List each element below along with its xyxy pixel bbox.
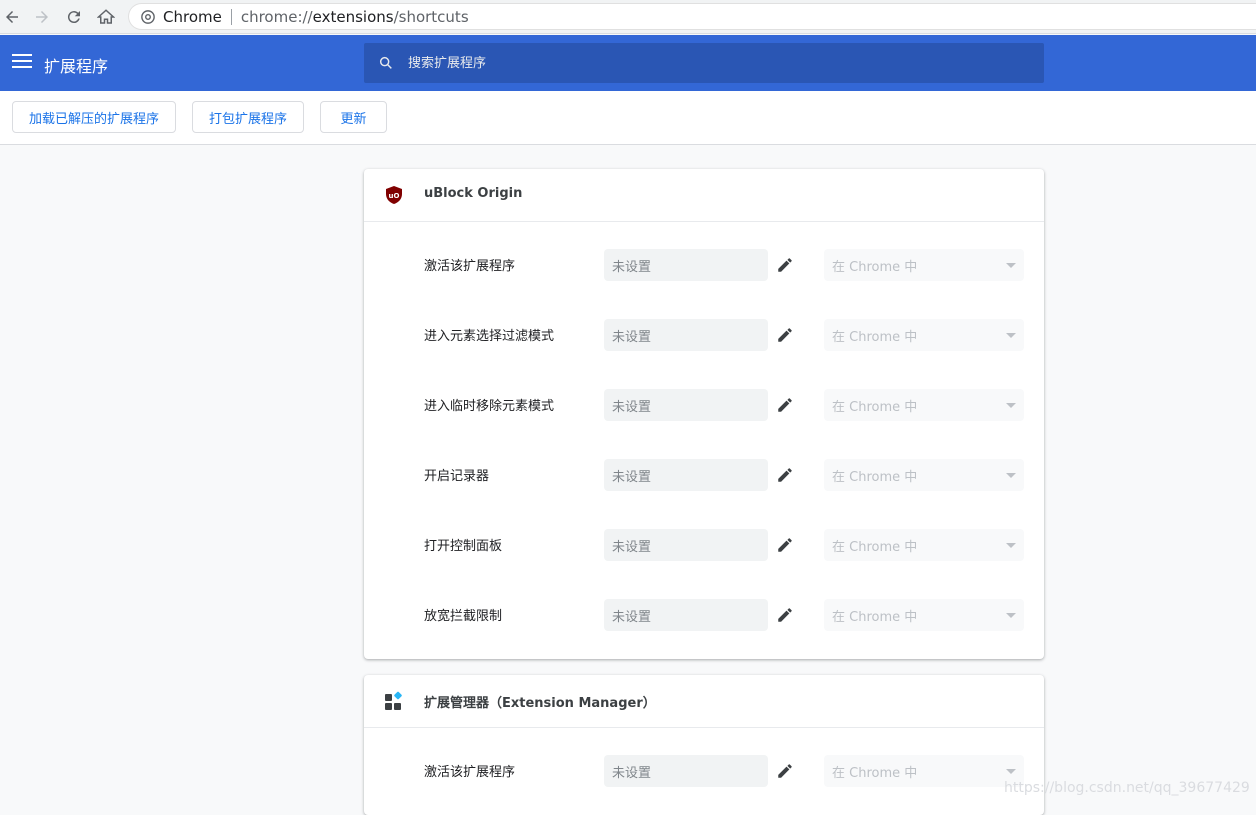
command-label: 开启记录器 bbox=[424, 469, 490, 484]
pencil-icon[interactable] bbox=[776, 326, 794, 344]
forward-button[interactable] bbox=[30, 5, 54, 29]
page-title: 扩展程序 bbox=[44, 57, 109, 76]
pencil-icon[interactable] bbox=[776, 762, 794, 780]
back-button[interactable] bbox=[0, 5, 24, 29]
load-unpacked-button[interactable]: 加载已解压的扩展程序 bbox=[12, 101, 176, 133]
reload-icon bbox=[67, 11, 80, 24]
command-row: 激活该扩展程序 未设置 在 Chrome 中 bbox=[364, 728, 1044, 798]
extension-name: 扩展管理器（Extension Manager） bbox=[424, 696, 656, 711]
hamburger-menu-icon[interactable] bbox=[12, 54, 32, 72]
command-label: 打开控制面板 bbox=[424, 539, 503, 554]
caret-down-icon bbox=[1006, 263, 1016, 268]
pack-extension-button[interactable]: 打包扩展程序 bbox=[192, 101, 304, 133]
scope-value: 在 Chrome 中 bbox=[832, 259, 918, 275]
command-label: 激活该扩展程序 bbox=[424, 259, 516, 274]
extension-card: 扩展管理器（Extension Manager） 激活该扩展程序 未设置 在 C… bbox=[364, 675, 1044, 815]
shortcut-input[interactable]: 未设置 bbox=[604, 249, 768, 281]
scope-value: 在 Chrome 中 bbox=[832, 539, 918, 555]
caret-down-icon bbox=[1006, 613, 1016, 618]
extension-card: uO uBlock Origin 激活该扩展程序 未设置 在 Chrome 中 … bbox=[364, 169, 1044, 659]
update-button[interactable]: 更新 bbox=[320, 101, 387, 133]
developer-toolbar: 加载已解压的扩展程序 打包扩展程序 更新 bbox=[0, 91, 1256, 145]
pencil-icon[interactable] bbox=[776, 606, 794, 624]
svg-text:uO: uO bbox=[389, 192, 400, 200]
watermark: https://blog.csdn.net/qq_39677429 bbox=[1004, 780, 1250, 796]
command-row: 开启记录器 未设置 在 Chrome 中 bbox=[364, 432, 1044, 502]
shortcut-input[interactable]: 未设置 bbox=[604, 319, 768, 351]
url-host: extensions bbox=[312, 7, 394, 26]
ublock-shield-icon: uO bbox=[386, 186, 402, 204]
command-label: 放宽拦截限制 bbox=[424, 609, 503, 624]
browser-toolbar: Chrome chrome://extensions/shortcuts bbox=[0, 0, 1256, 34]
chrome-logo-icon bbox=[141, 9, 155, 24]
site-label: Chrome bbox=[163, 7, 222, 26]
extension-name: uBlock Origin bbox=[424, 186, 523, 201]
pencil-icon[interactable] bbox=[776, 536, 794, 554]
search-icon bbox=[379, 56, 392, 69]
scope-value: 在 Chrome 中 bbox=[832, 469, 918, 485]
scope-select[interactable]: 在 Chrome 中 bbox=[824, 599, 1024, 631]
extension-manager-icon bbox=[385, 691, 402, 710]
caret-down-icon bbox=[1006, 403, 1016, 408]
url-path: /shortcuts bbox=[393, 7, 469, 26]
command-row: 放宽拦截限制 未设置 在 Chrome 中 bbox=[364, 572, 1044, 642]
address-bar[interactable]: Chrome chrome://extensions/shortcuts bbox=[128, 3, 1256, 30]
extension-card-header: uO uBlock Origin bbox=[364, 169, 1044, 222]
caret-down-icon bbox=[1006, 769, 1016, 774]
scope-value: 在 Chrome 中 bbox=[832, 399, 918, 415]
caret-down-icon bbox=[1006, 473, 1016, 478]
command-row: 打开控制面板 未设置 在 Chrome 中 bbox=[364, 502, 1044, 572]
pencil-icon[interactable] bbox=[776, 256, 794, 274]
extension-card-header: 扩展管理器（Extension Manager） bbox=[364, 675, 1044, 728]
command-row: 激活该扩展程序 未设置 在 Chrome 中 bbox=[364, 222, 1044, 292]
reload-button[interactable] bbox=[62, 5, 86, 29]
command-label: 进入临时移除元素模式 bbox=[424, 399, 555, 414]
pencil-icon[interactable] bbox=[776, 396, 794, 414]
search-box bbox=[364, 43, 1044, 83]
command-row: 进入元素选择过滤模式 未设置 在 Chrome 中 bbox=[364, 292, 1044, 362]
shortcut-input[interactable]: 未设置 bbox=[604, 389, 768, 421]
scope-value: 在 Chrome 中 bbox=[832, 609, 918, 625]
scope-value: 在 Chrome 中 bbox=[832, 765, 918, 781]
caret-down-icon bbox=[1006, 333, 1016, 338]
arrow-right-icon bbox=[36, 11, 48, 23]
shortcut-input[interactable]: 未设置 bbox=[604, 755, 768, 787]
extensions-header: 扩展程序 bbox=[0, 35, 1256, 91]
arrow-left-icon bbox=[6, 11, 18, 23]
scope-select[interactable]: 在 Chrome 中 bbox=[824, 389, 1024, 421]
home-button[interactable] bbox=[94, 5, 118, 29]
site-chip: Chrome bbox=[141, 8, 222, 26]
command-row: 进入临时移除元素模式 未设置 在 Chrome 中 bbox=[364, 362, 1044, 432]
command-label: 激活该扩展程序 bbox=[424, 765, 516, 780]
search-input[interactable] bbox=[408, 55, 1008, 71]
scope-select[interactable]: 在 Chrome 中 bbox=[824, 529, 1024, 561]
url-scheme: chrome:// bbox=[240, 7, 313, 26]
url-text: chrome://extensions/shortcuts bbox=[241, 8, 469, 26]
scope-select[interactable]: 在 Chrome 中 bbox=[824, 319, 1024, 351]
command-label: 进入元素选择过滤模式 bbox=[424, 329, 555, 344]
omnibox-divider bbox=[230, 8, 232, 25]
caret-down-icon bbox=[1006, 543, 1016, 548]
home-icon bbox=[97, 9, 115, 24]
scope-select[interactable]: 在 Chrome 中 bbox=[824, 459, 1024, 491]
shortcut-input[interactable]: 未设置 bbox=[604, 459, 768, 491]
scope-value: 在 Chrome 中 bbox=[832, 329, 918, 345]
shortcut-input[interactable]: 未设置 bbox=[604, 599, 768, 631]
pencil-icon[interactable] bbox=[776, 466, 794, 484]
shortcut-input[interactable]: 未设置 bbox=[604, 529, 768, 561]
scope-select[interactable]: 在 Chrome 中 bbox=[824, 249, 1024, 281]
scope-select[interactable]: 在 Chrome 中 bbox=[824, 755, 1024, 787]
